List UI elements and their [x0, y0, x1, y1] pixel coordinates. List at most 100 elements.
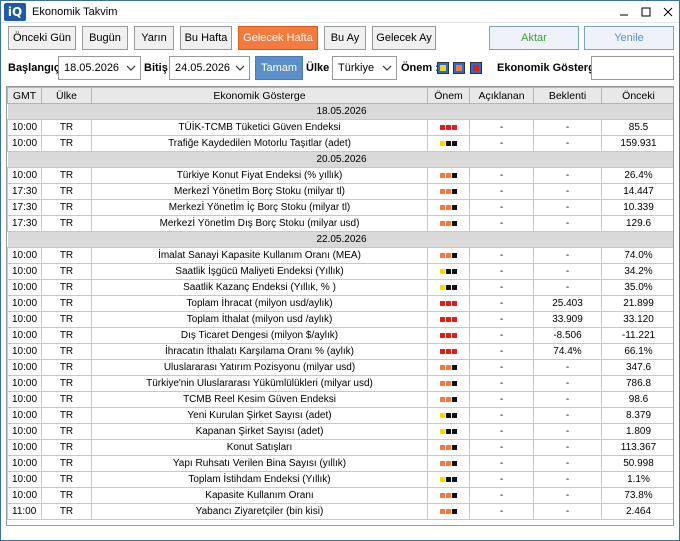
importance-square-icon — [440, 268, 445, 274]
table-row[interactable]: 10:00 TR Saatlik Kazanç Endeksi (Yıllık, %… — [7, 279, 673, 296]
cell-indicator-name: Yeni Kurulan Şirket Sayısı (adet) — [91, 407, 428, 424]
cell-actual: - — [469, 375, 534, 392]
this-month-button[interactable]: Bu Ay — [324, 26, 366, 50]
next-month-button[interactable]: Gelecek Ay — [372, 26, 436, 50]
cell-forecast: - — [533, 471, 602, 488]
importance-square-icon — [440, 364, 445, 370]
table-row[interactable]: 10:00 TR Kapanan Şirket Sayısı (adet) - -1.8… — [7, 423, 673, 440]
close-button[interactable] — [657, 1, 679, 23]
importance-indicator-icon — [440, 348, 457, 354]
table-row[interactable]: 10:00 TR Konut Satışları - -113.367 — [7, 439, 673, 456]
column-header-previous[interactable]: Önceki — [601, 87, 673, 104]
importance-high-checkbox[interactable] — [470, 62, 482, 74]
cell-forecast: - — [533, 487, 602, 504]
cell-previous: 85.5 — [601, 119, 673, 136]
table-row[interactable]: 10:00 TR İmalat Sanayi Kapasite Kullanım O… — [7, 247, 673, 264]
table-row[interactable]: 10:00 TR Kapasite Kullanım Oranı - -73.8% — [7, 487, 673, 504]
refresh-button[interactable]: Yenile — [584, 26, 674, 50]
importance-low-checkbox[interactable] — [437, 62, 449, 74]
table-row[interactable]: 10:00 TR Dış Ticaret Dengesi (milyon $/ayl… — [7, 327, 673, 344]
table-row[interactable]: 17:30 TR Merkezİ Yönetİm Dış Borç Stoku (m… — [7, 215, 673, 232]
app-logo: iQ — [4, 2, 26, 21]
cell-previous: 2.464 — [601, 503, 673, 520]
table-row[interactable]: 17:30 TR Merkezİ Yönetİm Borç Stoku (milya… — [7, 183, 673, 200]
table-row[interactable]: 10:00 TR Yapı Ruhsatı Verilen Bina Sayısı … — [7, 455, 673, 472]
minimize-button[interactable] — [613, 1, 635, 23]
end-date-field[interactable]: 24.05.2026 — [169, 56, 231, 80]
cell-importance — [427, 119, 470, 136]
chevron-down-icon — [382, 65, 391, 71]
column-header-gmt[interactable]: GMT — [7, 87, 42, 104]
table-row[interactable]: 10:00 TR Türkiye'nin Uluslararası Yükümlül… — [7, 375, 673, 392]
importance-square-icon — [440, 444, 445, 450]
table-body: 18.05.2026 10:00 TR TÜİK-TCMB Tüketici Güve… — [7, 103, 673, 520]
importance-indicator-icon — [440, 508, 457, 514]
cell-previous: 74.0% — [601, 247, 673, 264]
importance-square-icon — [446, 508, 451, 514]
table-row[interactable]: 10:00 TR Trafiğe Kaydedilen Motorlu Taşıtl… — [7, 135, 673, 152]
cell-forecast: - — [533, 215, 602, 232]
column-header-country[interactable]: Ülke — [41, 87, 92, 104]
cell-previous: 1.809 — [601, 423, 673, 440]
table-row[interactable]: 10:00 TR Türkiye Konut Fiyat Endeksi (% yı… — [7, 167, 673, 184]
end-date-dropdown[interactable] — [230, 56, 250, 80]
export-button[interactable]: Aktar — [489, 26, 579, 50]
table-row[interactable]: 10:00 TR TCMB Reel Kesim Güven Endeksi - -98… — [7, 391, 673, 408]
importance-square-icon — [452, 348, 457, 354]
cell-importance — [427, 295, 470, 312]
importance-square-icon — [440, 476, 445, 482]
table-row[interactable]: 17:30 TR Merkezİ Yönetİm İç Borç Stoku (mi… — [7, 199, 673, 216]
table-row[interactable]: 10:00 TR Toplam İthalat (milyon usd /aylık… — [7, 311, 673, 328]
cell-previous: 73.8% — [601, 487, 673, 504]
table-row[interactable]: 10:00 TR Yeni Kurulan Şirket Sayısı (adet)… — [7, 407, 673, 424]
table-row[interactable]: 10:00 TR İhracatın İthalatı Karşılama Oran… — [7, 343, 673, 360]
start-date-field[interactable]: 18.05.2026 — [58, 56, 122, 80]
cell-indicator-name: TCMB Reel Kesim Güven Endeksi — [91, 391, 428, 408]
cell-country: TR — [41, 199, 92, 216]
country-select[interactable]: Türkiye — [332, 56, 378, 80]
importance-medium-checkbox[interactable] — [453, 62, 465, 74]
table-row[interactable]: 10:00 TR TÜİK-TCMB Tüketici Güven Endeksi -… — [7, 119, 673, 136]
cell-country: TR — [41, 503, 92, 520]
cell-forecast: 33.909 — [533, 311, 602, 328]
importance-indicator-icon — [440, 460, 457, 466]
tomorrow-button[interactable]: Yarın — [134, 26, 174, 50]
table-row[interactable]: 10:00 TR Toplam İstihdam Endeksi (Yıllık) -… — [7, 471, 673, 488]
cell-indicator-name: Uluslararası Yatırım Pozisyonu (milyar u… — [91, 359, 428, 376]
cell-importance — [427, 423, 470, 440]
table-row[interactable]: 10:00 TR Toplam İhracat (milyon usd/aylık)… — [7, 295, 673, 312]
importance-square-icon — [446, 428, 451, 434]
importance-indicator-icon — [440, 300, 457, 306]
column-header-importance[interactable]: Önem — [427, 87, 470, 104]
importance-square-icon — [440, 284, 445, 290]
importance-square-icon — [440, 380, 445, 386]
this-week-button[interactable]: Bu Hafta — [180, 26, 232, 50]
date-group-label: 20.05.2026 — [7, 151, 673, 168]
cell-gmt: 10:00 — [7, 263, 42, 280]
date-group-label: 18.05.2026 — [7, 103, 673, 120]
next-week-button[interactable]: Gelecek Hafta — [238, 26, 318, 50]
maximize-button[interactable] — [635, 1, 657, 23]
column-header-actual[interactable]: Açıklanan — [469, 87, 534, 104]
minimize-icon — [620, 14, 628, 16]
importance-square-icon — [446, 412, 451, 418]
apply-button[interactable]: Tamam — [255, 56, 303, 80]
cell-indicator-name: TÜİK-TCMB Tüketici Güven Endeksi — [91, 119, 428, 136]
table-row[interactable]: 10:00 TR Saatlik İşgücü Maliyeti Endeksi (… — [7, 263, 673, 280]
importance-square-icon — [440, 348, 445, 354]
column-header-forecast[interactable]: Beklenti — [533, 87, 602, 104]
importance-square-icon — [446, 316, 451, 322]
cell-previous: 34.2% — [601, 263, 673, 280]
table-row[interactable]: 11:00 TR Yabancı Ziyaretçiler (bin kisi) - -… — [7, 503, 673, 520]
cell-importance — [427, 471, 470, 488]
country-dropdown[interactable] — [377, 56, 397, 80]
previous-day-button[interactable]: Önceki Gün — [8, 26, 76, 50]
cell-country: TR — [41, 471, 92, 488]
indicator-search-input[interactable] — [591, 56, 674, 80]
importance-indicator-icon — [440, 140, 457, 146]
start-date-dropdown[interactable] — [121, 56, 141, 80]
today-button[interactable]: Bugün — [82, 26, 128, 50]
column-header-indicator[interactable]: Ekonomik Gösterge — [91, 87, 428, 104]
table-row[interactable]: 10:00 TR Uluslararası Yatırım Pozisyonu (m… — [7, 359, 673, 376]
cell-actual: - — [469, 119, 534, 136]
